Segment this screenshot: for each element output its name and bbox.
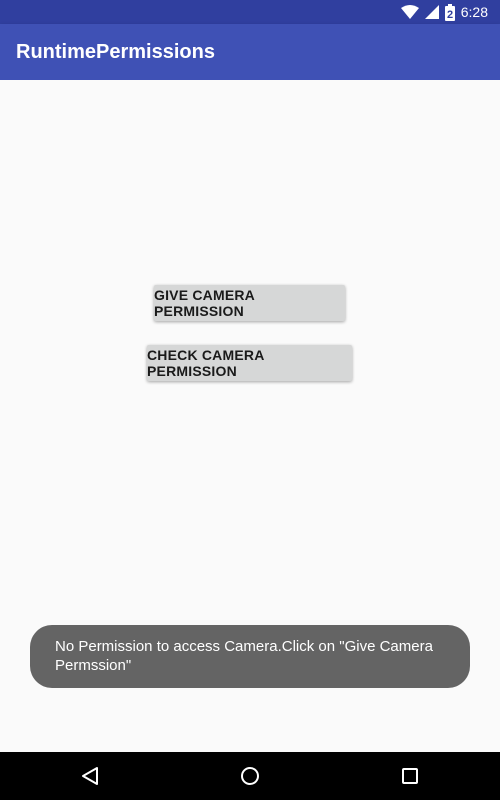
signal-icon	[424, 5, 439, 19]
wifi-icon	[400, 5, 419, 19]
nav-bar	[0, 752, 500, 800]
main-content: GIVE CAMERA PERMISSION CHECK CAMERA PERM…	[0, 80, 500, 752]
give-camera-permission-button[interactable]: GIVE CAMERA PERMISSION	[154, 285, 345, 321]
app-bar: RuntimePermissions	[0, 24, 500, 80]
check-camera-permission-button[interactable]: CHECK CAMERA PERMISSION	[147, 345, 352, 381]
battery-icon: 2	[444, 3, 455, 21]
battery-label: 2	[447, 9, 453, 21]
status-bar: 2 6:28	[0, 0, 500, 24]
app-title: RuntimePermissions	[16, 40, 215, 63]
toast-message: No Permission to access Camera.Click on …	[30, 625, 470, 688]
recents-icon[interactable]	[398, 764, 422, 788]
status-time: 6:28	[460, 4, 488, 20]
back-icon[interactable]	[78, 764, 102, 788]
status-icons: 2 6:28	[400, 3, 488, 21]
toast-text: No Permission to access Camera.Click on …	[55, 638, 433, 674]
home-icon[interactable]	[238, 764, 262, 788]
